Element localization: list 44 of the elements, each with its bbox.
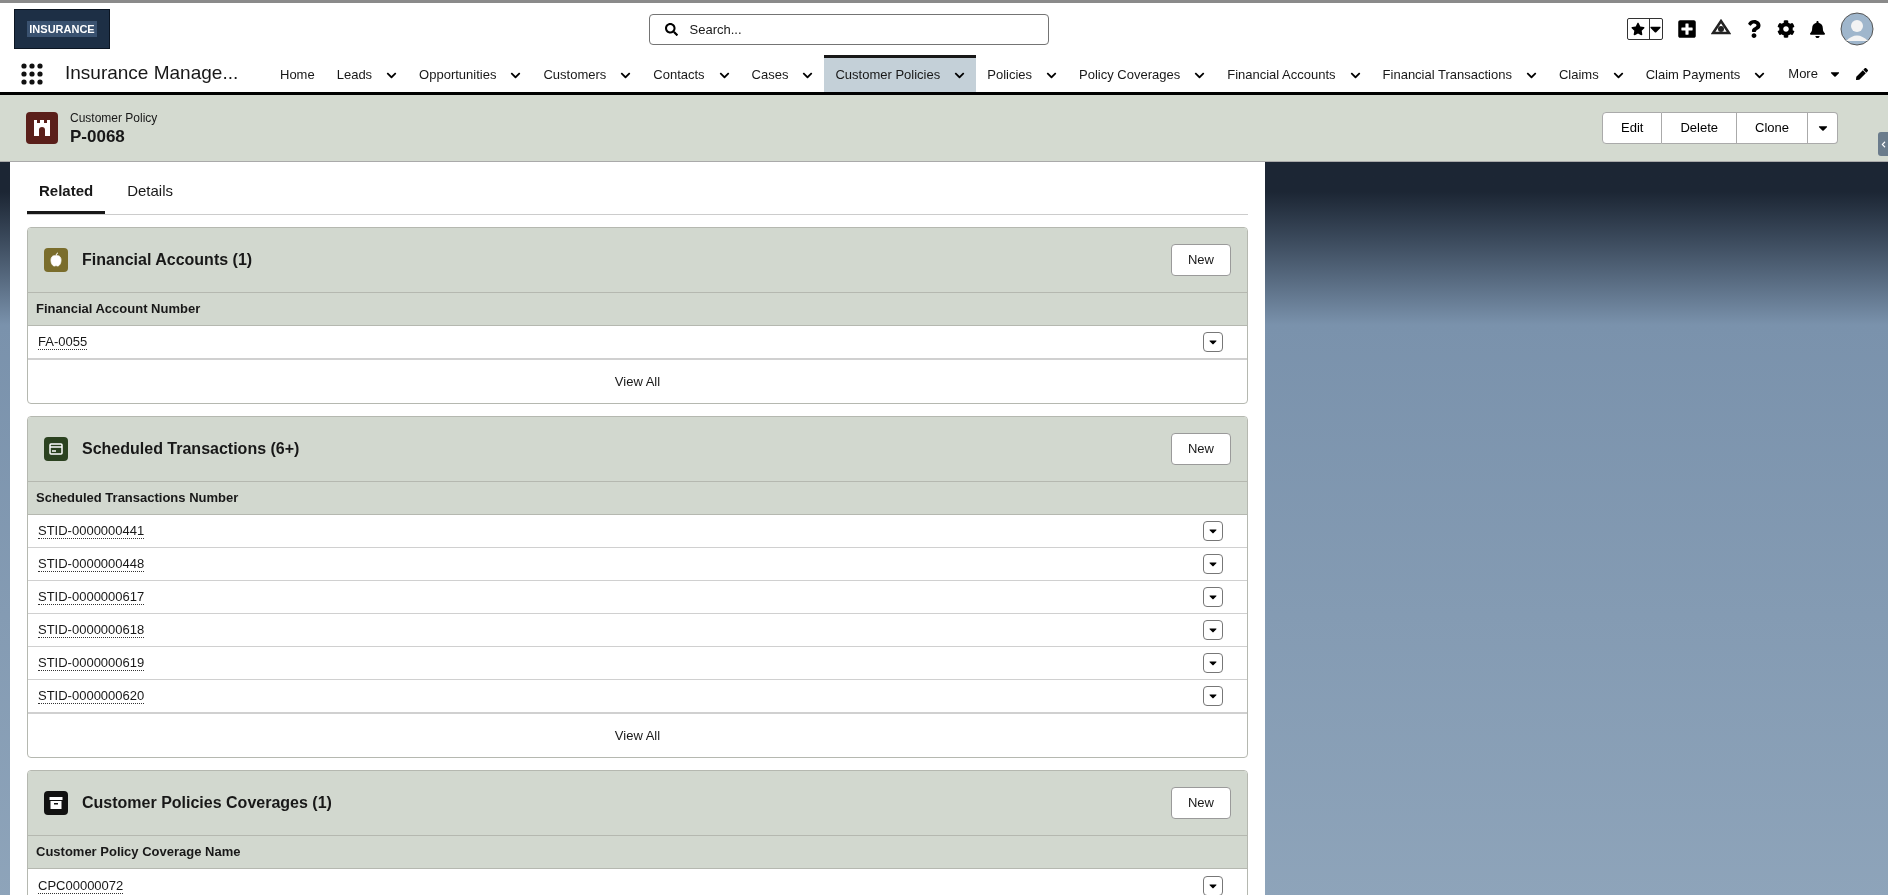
new-button[interactable]: New (1171, 433, 1231, 465)
view-all-link[interactable]: View All (614, 725, 661, 746)
record-link[interactable]: STID-0000000618 (38, 622, 145, 638)
column-header: Scheduled Transactions Number (36, 489, 239, 508)
record-tab[interactable]: Details (115, 172, 186, 214)
record-type: Customer Policy (70, 110, 158, 127)
search-field[interactable]: Search... (648, 13, 1049, 45)
record-link[interactable]: STID-0000000620 (38, 688, 145, 704)
record-action-button[interactable]: Clone (1737, 112, 1808, 144)
record-name: P-0068 (70, 127, 126, 147)
card-title: Scheduled Transactions (6+) (82, 439, 300, 459)
more-menu[interactable]: More (1776, 55, 1854, 92)
nav-tab[interactable]: Home (269, 55, 326, 92)
nav-tab[interactable]: Claims (1547, 55, 1635, 92)
app-name: Insurance Manage... (65, 61, 240, 86)
nav-tab[interactable]: Contacts (642, 55, 741, 92)
nav-tab[interactable]: Policies (976, 55, 1069, 92)
view-all-link[interactable]: View All (614, 371, 661, 392)
card-title: Customer Policies Coverages (1) (82, 793, 332, 813)
record-action-button[interactable]: Edit (1602, 112, 1663, 144)
nav-tab[interactable]: Customers (532, 55, 643, 92)
nav-tab[interactable]: Opportunities (408, 55, 533, 92)
nav-tab[interactable]: Financial Transactions (1371, 55, 1548, 92)
nav-tab[interactable]: Customer Policies (824, 55, 977, 92)
column-header: Customer Policy Coverage Name (36, 843, 241, 862)
record-link[interactable]: STID-0000000448 (38, 556, 145, 572)
record-link[interactable]: FA-0055 (38, 334, 88, 350)
column-header: Financial Account Number (36, 300, 201, 319)
nav-tab[interactable]: Claim Payments (1634, 55, 1777, 92)
record-action-button[interactable]: Delete (1662, 112, 1738, 144)
new-button[interactable]: New (1171, 787, 1231, 819)
nav-tab[interactable]: Policy Coverages (1068, 55, 1217, 92)
new-button[interactable]: New (1171, 244, 1231, 276)
record-link[interactable]: STID-0000000619 (38, 655, 145, 671)
nav-tab[interactable]: Leads (325, 55, 409, 92)
logo-text: INSURANCE (27, 20, 97, 38)
record-tab[interactable]: Related (27, 172, 106, 214)
record-link[interactable]: STID-0000000441 (38, 523, 145, 539)
app-logo[interactable]: INSURANCE (14, 9, 110, 49)
nav-tab[interactable]: Cases (740, 55, 825, 92)
record-link[interactable]: STID-0000000617 (38, 589, 145, 605)
record-link[interactable]: CPC00000072 (38, 877, 124, 894)
nav-tab[interactable]: Financial Accounts (1216, 55, 1372, 92)
card-title: Financial Accounts (1) (82, 250, 253, 270)
